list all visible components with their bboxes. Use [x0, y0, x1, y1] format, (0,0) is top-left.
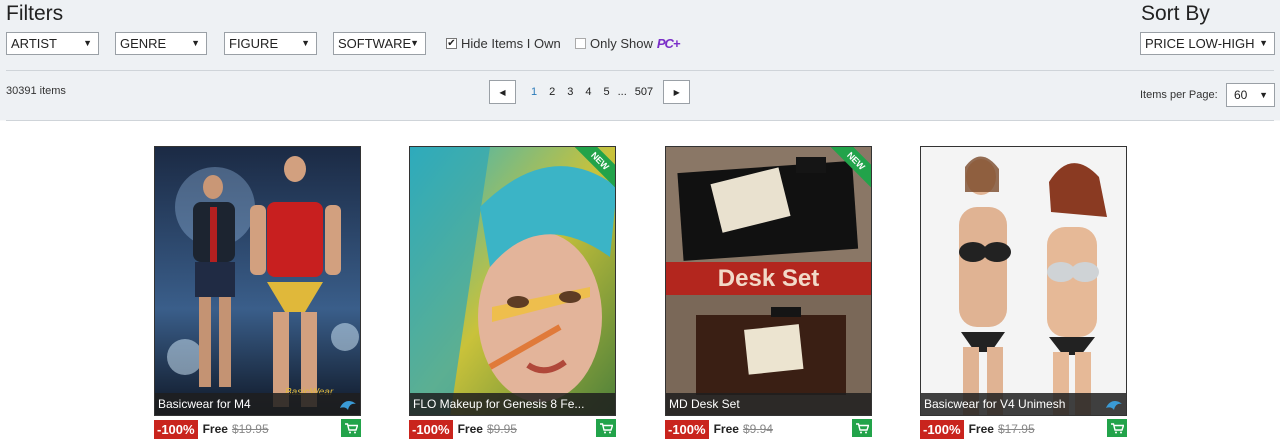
cart-icon: [344, 422, 358, 433]
filters-title: Filters: [6, 2, 64, 25]
sale-price: Free: [202, 422, 228, 436]
page-link-3[interactable]: 3: [561, 86, 579, 98]
product-card[interactable]: Desk Set NEW MD Desk Set -100% Free $9.9…: [665, 146, 872, 440]
genre-dropdown-label: GENRE: [120, 36, 167, 51]
product-card[interactable]: Basicwear for V4 Unimesh -100% Free $17.…: [920, 146, 1127, 440]
product-thumbnail[interactable]: Basicwear for V4 Unimesh: [920, 146, 1127, 416]
page-link-2[interactable]: 2: [543, 86, 561, 98]
only-show-checkbox[interactable]: [575, 38, 586, 49]
sale-price: Free: [968, 422, 994, 436]
triangle-right-icon: ▶: [673, 87, 680, 97]
hide-owned-toggle[interactable]: ✔ Hide Items I Own: [446, 36, 561, 51]
caret-down-icon: ▼: [83, 38, 92, 48]
price-row: -100% Free $19.95: [154, 418, 361, 440]
pagination-ellipsis: ...: [617, 86, 627, 98]
genre-dropdown[interactable]: GENRE ▼: [115, 32, 207, 55]
items-per-page-select[interactable]: 60 ▼: [1226, 83, 1275, 107]
product-title[interactable]: FLO Makeup for Genesis 8 Fe...: [410, 393, 615, 415]
product-image: BasicWear: [155, 147, 360, 415]
sale-price: Free: [713, 422, 739, 436]
product-card[interactable]: BasicWear Basicwear for M4 -100% Free $1…: [154, 146, 361, 440]
artist-dropdown-label: ARTIST: [11, 36, 57, 51]
only-show-toggle[interactable]: Only Show PC+: [575, 36, 681, 51]
product-image: [410, 147, 615, 415]
hide-owned-label: Hide Items I Own: [461, 36, 561, 51]
hide-owned-checkbox[interactable]: ✔: [446, 38, 457, 49]
sale-price: Free: [457, 422, 483, 436]
add-to-cart-button[interactable]: [852, 419, 872, 437]
caret-down-icon: ▼: [301, 38, 310, 48]
toolbar-divider: [6, 120, 1274, 121]
cart-icon: [855, 422, 869, 433]
price-row: -100% Free $9.94: [665, 418, 872, 440]
add-to-cart-button[interactable]: [341, 419, 361, 437]
desk-set-banner-text: Desk Set: [717, 265, 820, 292]
cart-icon: [1110, 422, 1124, 433]
caret-down-icon: ▼: [410, 38, 419, 48]
product-title[interactable]: MD Desk Set: [666, 393, 871, 415]
items-per-page-value: 60: [1234, 88, 1248, 102]
page-link-4[interactable]: 4: [579, 86, 597, 98]
daz-dragon-icon: [340, 400, 356, 410]
product-thumbnail[interactable]: BasicWear Basicwear for M4: [154, 146, 361, 416]
add-to-cart-button[interactable]: [596, 419, 616, 437]
product-title[interactable]: Basicwear for V4 Unimesh: [921, 393, 1126, 415]
sort-by-title: Sort By: [1141, 2, 1210, 25]
caret-down-icon: ▼: [1259, 90, 1268, 100]
product-image: [921, 147, 1126, 415]
page-link-5[interactable]: 5: [598, 86, 616, 98]
sort-dropdown-label: PRICE LOW-HIGH: [1145, 36, 1255, 51]
caret-down-icon: ▼: [1259, 38, 1268, 48]
artist-dropdown[interactable]: ARTIST ▼: [6, 32, 99, 55]
header-divider: [6, 70, 1274, 71]
figure-dropdown[interactable]: FIGURE ▼: [224, 32, 317, 55]
original-price: $19.95: [231, 422, 269, 436]
software-dropdown[interactable]: SOFTWARE ▼: [333, 32, 426, 55]
original-price: $9.95: [486, 422, 517, 436]
add-to-cart-button[interactable]: [1107, 419, 1127, 437]
page-link-last[interactable]: 507: [629, 86, 659, 98]
only-show-label: Only Show: [590, 36, 653, 51]
price-row: -100% Free $17.95: [920, 418, 1127, 440]
sort-dropdown[interactable]: PRICE LOW-HIGH ▼: [1140, 32, 1275, 55]
product-thumbnail[interactable]: NEW FLO Makeup for Genesis 8 Fe...: [409, 146, 616, 416]
pc-plus-badge: PC+: [656, 36, 681, 51]
figure-dropdown-label: FIGURE: [229, 36, 279, 51]
discount-badge: -100%: [665, 419, 709, 439]
discount-badge: -100%: [154, 419, 198, 439]
prev-page-button[interactable]: ◀: [489, 80, 516, 104]
pagination: ◀ 1 2 3 4 5 ... 507 ▶: [489, 80, 691, 104]
software-dropdown-label: SOFTWARE: [338, 36, 412, 51]
discount-badge: -100%: [409, 419, 453, 439]
next-page-button[interactable]: ▶: [663, 80, 691, 104]
items-per-page-label: Items per Page:: [1140, 89, 1218, 101]
triangle-left-icon: ◀: [499, 87, 506, 97]
items-count: 30391 items: [6, 85, 66, 97]
product-card[interactable]: NEW FLO Makeup for Genesis 8 Fe... -100%…: [409, 146, 616, 440]
original-price: $9.94: [742, 422, 773, 436]
product-title[interactable]: Basicwear for M4: [155, 393, 360, 415]
daz-dragon-icon: [1106, 400, 1122, 410]
cart-icon: [599, 422, 613, 433]
price-row: -100% Free $9.95: [409, 418, 616, 440]
caret-down-icon: ▼: [191, 38, 200, 48]
page-link-1[interactable]: 1: [525, 86, 543, 98]
product-thumbnail[interactable]: Desk Set NEW MD Desk Set: [665, 146, 872, 416]
discount-badge: -100%: [920, 419, 964, 439]
original-price: $17.95: [997, 422, 1035, 436]
